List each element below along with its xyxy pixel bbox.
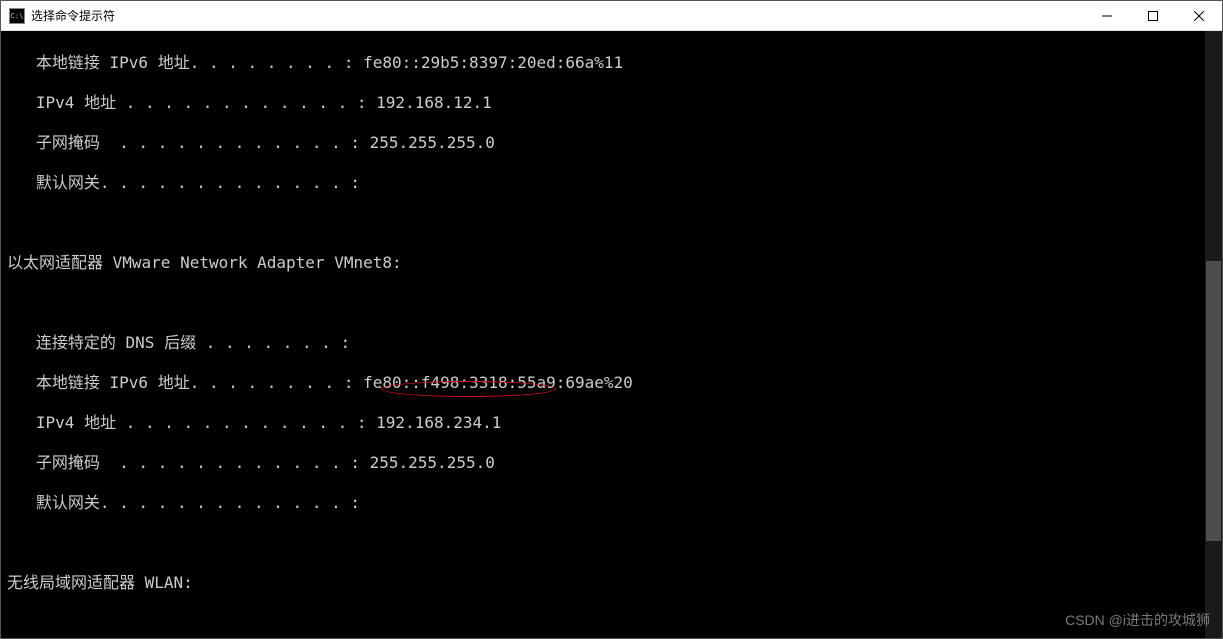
app-icon: C:\ [9,8,25,24]
ipv6-value: fe80::f498:3318:55a9:69ae%20 [363,373,633,392]
window-title: 选择命令提示符 [31,7,115,24]
ipv6-label: 本地链接 IPv6 地址. . . . . . . . : [7,53,363,72]
window-controls [1084,1,1222,30]
scrollbar-thumb[interactable] [1206,261,1221,541]
ipv6-value: fe80::29b5:8397:20ed:66a%11 [363,53,623,72]
adapter-header-vmnet8: 以太网适配器 VMware Network Adapter VMnet8: [7,253,1199,273]
subnet-value: 255.255.255.0 [370,133,495,152]
close-button[interactable] [1176,1,1222,30]
dns-suffix-label: 连接特定的 DNS 后缀 . . . . . . . : [7,333,360,352]
gateway-label: 默认网关. . . . . . . . . . . . . : [7,493,370,512]
ipv4-label: IPv4 地址 . . . . . . . . . . . . : [7,413,376,432]
subnet-label: 子网掩码 . . . . . . . . . . . . : [7,133,370,152]
scrollbar[interactable] [1205,31,1222,638]
maximize-button[interactable] [1130,1,1176,30]
ipv6-label: 本地链接 IPv6 地址. . . . . . . . : [7,373,363,392]
titlebar[interactable]: C:\ 选择命令提示符 [1,1,1222,31]
minimize-button[interactable] [1084,1,1130,30]
ipv4-label: IPv4 地址 . . . . . . . . . . . . : [7,93,376,112]
command-prompt-window: C:\ 选择命令提示符 本地链接 IPv6 地址. . . . . . . . … [0,0,1223,639]
terminal-area[interactable]: 本地链接 IPv6 地址. . . . . . . . : fe80::29b5… [1,31,1222,638]
subnet-value: 255.255.255.0 [370,453,495,472]
terminal-output: 本地链接 IPv6 地址. . . . . . . . : fe80::29b5… [1,31,1205,638]
adapter-header-wlan: 无线局域网适配器 WLAN: [7,573,1199,593]
ipv4-value: 192.168.234.1 [376,413,501,432]
ipv4-value: 192.168.12.1 [376,93,492,112]
app-icon-text: C:\ [11,12,24,20]
gateway-label: 默认网关. . . . . . . . . . . . . : [7,173,370,192]
subnet-label: 子网掩码 . . . . . . . . . . . . : [7,453,370,472]
